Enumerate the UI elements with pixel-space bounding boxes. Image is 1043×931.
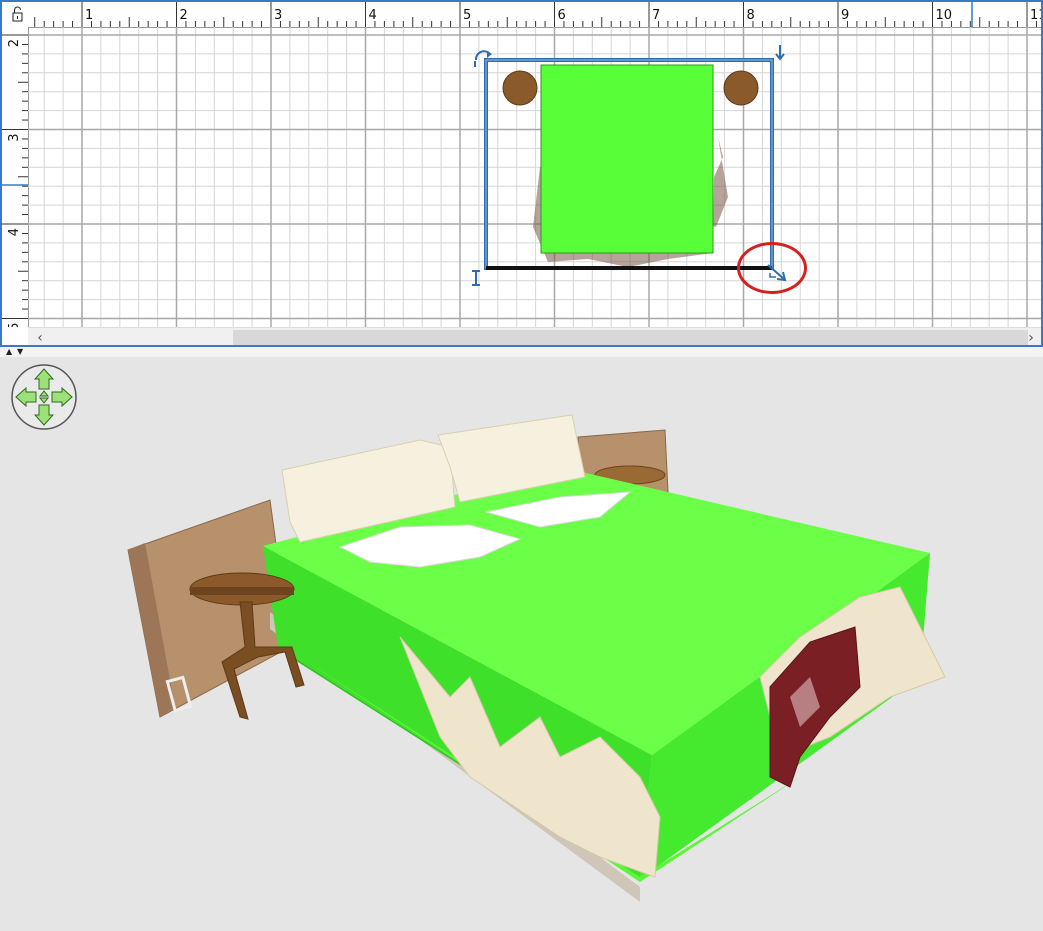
ruler-vertical: 2 3 4 5 — [2, 27, 29, 327]
ruler-corner-lock[interactable] — [2, 2, 29, 28]
nightstand-left-rim — [190, 587, 294, 595]
ruler-label: 5 — [7, 323, 22, 328]
lock-icon — [12, 6, 23, 22]
plan-grid[interactable] — [28, 27, 1043, 327]
ruler-vertical-ticks: 2 3 4 5 — [2, 34, 28, 328]
ruler-label: 3 — [274, 8, 282, 23]
ruler-label: 2 — [7, 39, 22, 47]
ruler-label: 11 — [1030, 8, 1043, 23]
3d-view-pane[interactable] — [0, 357, 1043, 931]
nightstand-right[interactable] — [723, 70, 759, 106]
ruler-label: 4 — [7, 228, 22, 236]
ruler-label: 2 — [180, 8, 188, 23]
horizontal-scrollbar[interactable]: ‹ › — [28, 327, 1041, 345]
nightstand-left[interactable] — [502, 70, 538, 106]
bed-mattress[interactable] — [540, 64, 714, 254]
ruler-label: 8 — [747, 8, 755, 23]
elevation-icon[interactable] — [775, 45, 785, 61]
ruler-horizontal-ticks: 1 2 3 4 5 6 7 8 9 10 11 — [34, 2, 1043, 27]
ruler-label: 4 — [369, 8, 377, 23]
highlight-circle — [737, 242, 807, 294]
scroll-right-button[interactable]: › — [1021, 328, 1041, 345]
ruler-label: 7 — [652, 8, 660, 23]
collapse-down-arrow[interactable]: ▼ — [17, 347, 23, 357]
ruler-label: 10 — [936, 8, 953, 23]
ruler-label: 1 — [85, 8, 93, 23]
scroll-thumb[interactable] — [233, 330, 1028, 345]
ruler-label: 9 — [841, 8, 849, 23]
plan-canvas[interactable] — [28, 27, 1043, 327]
grid-lines — [28, 27, 1041, 327]
ruler-horizontal: 1 2 3 4 5 6 7 8 9 10 11 — [28, 2, 1043, 28]
ruler-label: 5 — [463, 8, 471, 23]
collapse-up-arrow[interactable]: ▲ — [6, 347, 12, 357]
3d-scene[interactable] — [0, 357, 1043, 931]
scroll-left-button[interactable]: ‹ — [30, 328, 50, 345]
plan-view-pane[interactable]: 1 2 3 4 5 6 7 8 9 10 11 2 3 4 5 — [0, 0, 1043, 347]
ruler-label: 3 — [7, 134, 22, 142]
ruler-label: 6 — [558, 8, 566, 23]
